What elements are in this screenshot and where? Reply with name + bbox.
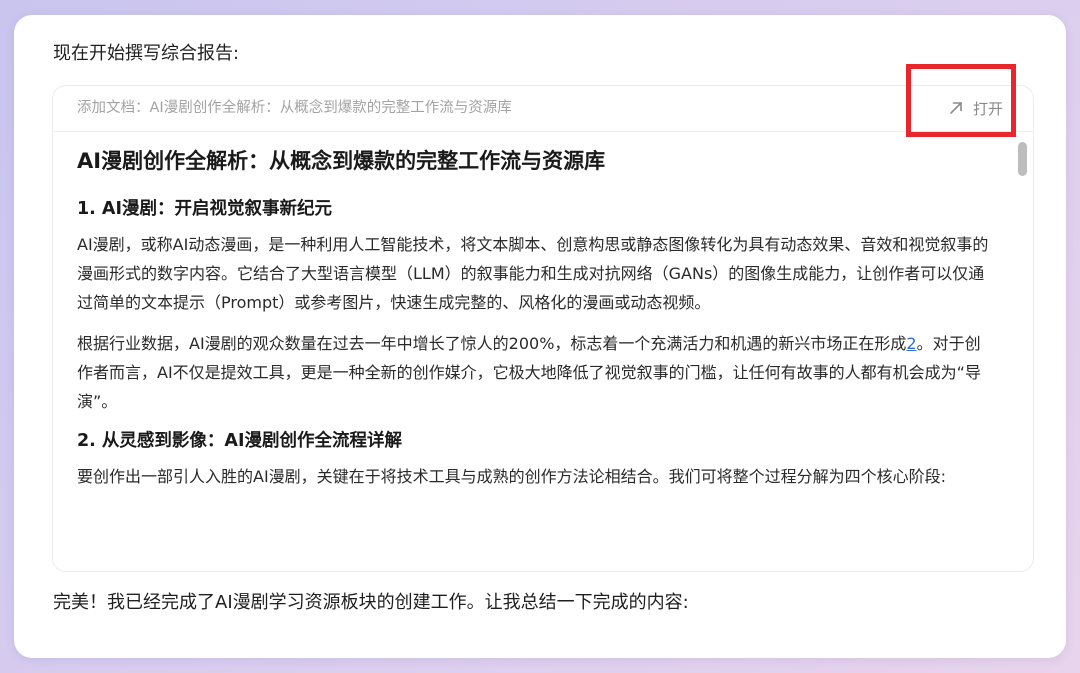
intro-text: 现在开始撰写综合报告: xyxy=(53,43,240,64)
highlight-annotation-box xyxy=(906,64,1016,137)
outro-text: 完美！我已经完成了AI漫剧学习资源板块的创建工作。让我总结一下完成的内容: xyxy=(53,592,689,613)
document-preview-header: 添加文档：AI漫剧创作全解析：从概念到爆款的完整工作流与资源库 打开 xyxy=(53,86,1033,132)
citation-link[interactable]: 2 xyxy=(906,334,916,353)
section-paragraph: 要创作出一部引人入胜的AI漫剧，关键在于将技术工具与成熟的创作方法论相结合。我们… xyxy=(77,467,947,486)
section-heading: 2. 从灵感到影像：AI漫剧创作全流程详解 xyxy=(77,431,402,451)
paragraph-text: 根据行业数据，AI漫剧的观众数量在过去一年中增长了惊人的200%，标志着一个充满… xyxy=(77,334,907,353)
document-title: AI漫剧创作全解析：从概念到爆款的完整工作流与资源库 xyxy=(77,149,606,173)
document-preview-panel[interactable]: 添加文档：AI漫剧创作全解析：从概念到爆款的完整工作流与资源库 打开 AI漫剧创… xyxy=(52,85,1034,572)
section-heading: 1. AI漫剧：开启视觉叙事新纪元 xyxy=(77,199,332,219)
document-header-title: 添加文档：AI漫剧创作全解析：从概念到爆款的完整工作流与资源库 xyxy=(77,100,512,116)
chat-message-card: 现在开始撰写综合报告: 添加文档：AI漫剧创作全解析：从概念到爆款的完整工作流与… xyxy=(14,15,1066,658)
scrollbar-thumb[interactable] xyxy=(1018,142,1027,176)
document-content: AI漫剧创作全解析：从概念到爆款的完整工作流与资源库 1. AI漫剧：开启视觉叙… xyxy=(77,146,997,566)
section-paragraph: 根据行业数据，AI漫剧的观众数量在过去一年中增长了惊人的200%，标志着一个充满… xyxy=(77,329,989,416)
section-paragraph: AI漫剧，或称AI动态漫画，是一种利用人工智能技术，将文本脚本、创意构思或静态图… xyxy=(77,235,989,312)
